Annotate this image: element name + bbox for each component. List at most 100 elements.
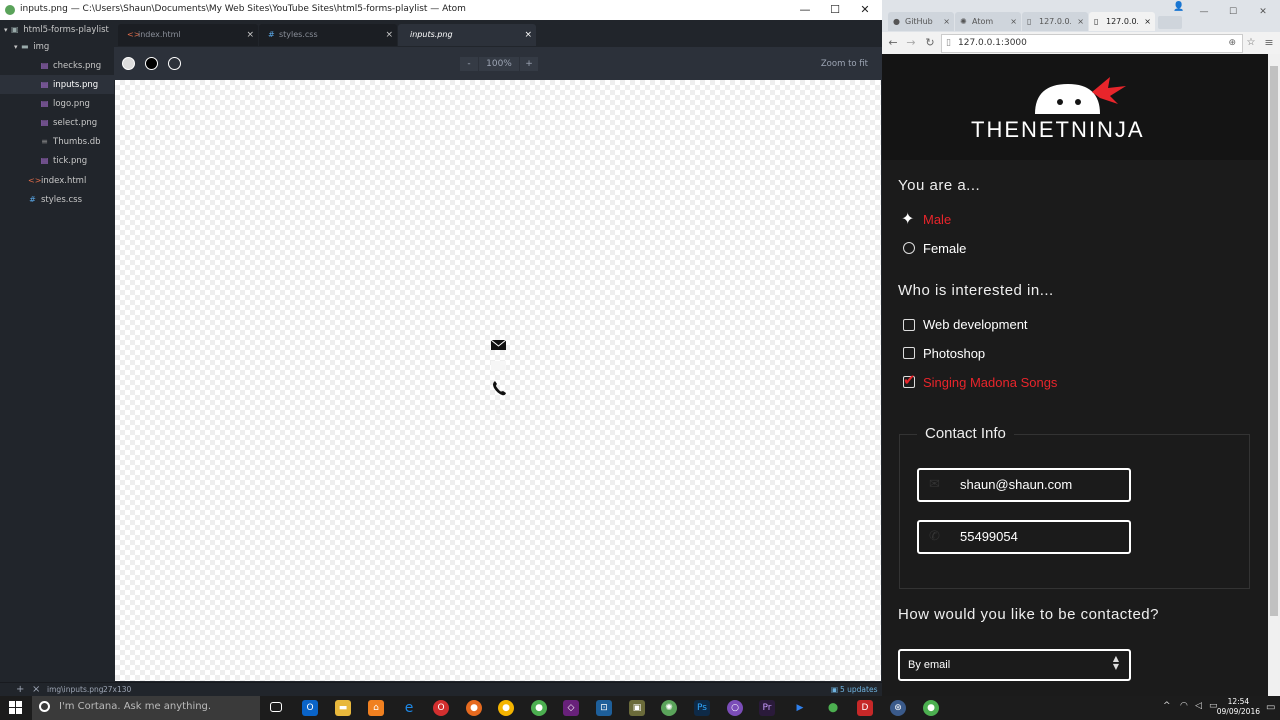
checkbox-web-development[interactable]: [903, 319, 915, 331]
checkbox-photoshop[interactable]: [903, 347, 915, 359]
chrome-tab-atom[interactable]: ✺ Atom ×: [955, 12, 1021, 31]
tree-file-select[interactable]: ▤ select.png: [0, 113, 114, 132]
tree-file-label: Thumbs.db: [53, 137, 101, 147]
zoom-icon[interactable]: ⊕: [1228, 35, 1236, 52]
close-icon[interactable]: ×: [32, 684, 40, 695]
close-icon[interactable]: ×: [1077, 12, 1084, 31]
tree-folder-img[interactable]: ▾ ▬ img: [0, 37, 114, 56]
media-player-icon[interactable]: ▶: [792, 700, 808, 716]
premiere-icon[interactable]: Pr: [759, 700, 775, 716]
firefox-icon[interactable]: ●: [466, 700, 482, 716]
zoom-level[interactable]: 100%: [479, 57, 519, 71]
taskbar-clock[interactable]: 12:54 09/09/2016: [1217, 697, 1260, 717]
chrome-tab-github[interactable]: ● GitHub ×: [888, 12, 954, 31]
task-view-icon[interactable]: [270, 702, 282, 712]
close-icon[interactable]: ×: [524, 24, 532, 46]
bg-light-button[interactable]: [122, 57, 135, 70]
wifi-icon[interactable]: ◠: [1180, 701, 1188, 711]
close-icon[interactable]: ×: [385, 24, 393, 46]
photoshop-icon[interactable]: Ps: [694, 700, 710, 716]
volume-icon[interactable]: ◁: [1195, 701, 1202, 711]
profile-icon[interactable]: 👤: [1173, 2, 1184, 12]
clock-date: 09/09/2016: [1216, 707, 1260, 716]
checkbox-photoshop-label[interactable]: Photoshop: [923, 346, 985, 361]
checkbox-singing-label[interactable]: Singing Madona Songs: [923, 375, 1057, 390]
chrome-icon[interactable]: ●: [923, 700, 939, 716]
add-project-button[interactable]: +: [16, 684, 24, 695]
cortana-search-box[interactable]: I'm Cortana. Ask me anything.: [32, 696, 260, 720]
chevron-down-icon: ▾: [4, 26, 8, 34]
status-image-size: 27x130: [103, 685, 132, 694]
radio-checked-icon[interactable]: ✦: [901, 211, 914, 227]
phone-field[interactable]: ✆ 55499054: [917, 520, 1131, 554]
back-arrow-icon[interactable]: ←: [886, 35, 900, 51]
close-icon[interactable]: ×: [246, 24, 254, 46]
bg-dark-button[interactable]: [145, 57, 158, 70]
radio-female-label[interactable]: Female: [923, 241, 966, 256]
contact-method-select[interactable]: By email ▲ ▼: [898, 649, 1131, 681]
close-icon[interactable]: ×: [1010, 12, 1017, 31]
tree-file-checks[interactable]: ▤ checks.png: [0, 56, 114, 75]
chrome-icon[interactable]: ●: [531, 700, 547, 716]
atom-close-button[interactable]: ✕: [850, 2, 880, 18]
zoom-in-button[interactable]: +: [520, 57, 538, 71]
bg-transparent-button[interactable]: [168, 57, 181, 70]
edge-icon[interactable]: e: [401, 700, 417, 716]
radio-male-label[interactable]: Male: [923, 212, 951, 227]
updates-badge[interactable]: 5 updates: [840, 685, 878, 694]
chevron-up-icon[interactable]: ^: [1163, 701, 1171, 711]
app-icon[interactable]: ⊡: [596, 700, 612, 716]
app-icon[interactable]: ▣: [629, 700, 645, 716]
checkbox-web-development-label[interactable]: Web development: [923, 317, 1028, 332]
app-icon[interactable]: ⊛: [890, 700, 906, 716]
tab-label: index.html: [138, 30, 181, 39]
chrome-tab-localhost-1[interactable]: ▯ 127.0.0.1 ×: [1022, 12, 1088, 31]
tab-inputs-png[interactable]: inputs.png ×: [398, 24, 536, 46]
tree-file-inputs[interactable]: ▤ inputs.png: [0, 75, 114, 94]
star-icon[interactable]: ☆: [1244, 35, 1258, 51]
status-file-path[interactable]: img\inputs.png: [47, 685, 104, 694]
location-icon[interactable]: ⬤: [825, 700, 841, 716]
tree-file-tick[interactable]: ▤ tick.png: [0, 151, 114, 170]
envelope-icon: [491, 361, 506, 371]
opera-icon[interactable]: O: [433, 700, 449, 716]
page-info-icon[interactable]: ▯: [946, 35, 951, 52]
close-icon[interactable]: ×: [943, 12, 950, 31]
zoom-to-fit-button[interactable]: Zoom to fit: [815, 56, 874, 72]
tree-file-styles-css[interactable]: # styles.css: [0, 190, 114, 209]
outlook-icon[interactable]: O: [302, 700, 318, 716]
chrome-maximize-button[interactable]: ☐: [1218, 4, 1248, 20]
zoom-out-button[interactable]: -: [460, 57, 478, 71]
app-icon[interactable]: ○: [727, 700, 743, 716]
forward-arrow-icon[interactable]: →: [904, 35, 918, 51]
chrome-close-button[interactable]: ✕: [1248, 4, 1278, 20]
radio-female[interactable]: [903, 242, 915, 254]
tree-file-index-html[interactable]: <>index.html: [0, 171, 114, 190]
menu-icon[interactable]: ≡: [1262, 35, 1276, 51]
email-field[interactable]: ✉ shaun@shaun.com: [917, 468, 1131, 502]
atom-minimize-button[interactable]: —: [790, 2, 820, 18]
tree-file-thumbs[interactable]: ≡ Thumbs.db: [0, 132, 114, 151]
new-tab-button[interactable]: [1158, 16, 1182, 29]
atom-taskbar-icon[interactable]: ✺: [661, 700, 677, 716]
close-icon[interactable]: ×: [1144, 12, 1151, 31]
page-scrollbar[interactable]: [1268, 54, 1280, 696]
chrome-tab-localhost-2[interactable]: ▯ 127.0.0.1 ×: [1089, 12, 1155, 31]
address-bar[interactable]: ▯ 127.0.0.1:3000 ⊕: [941, 34, 1243, 53]
scrollbar-thumb[interactable]: [1270, 66, 1278, 616]
chrome-tab-label: GitHub: [905, 17, 933, 26]
app-icon[interactable]: D: [857, 700, 873, 716]
tab-index-html[interactable]: <> index.html ×: [118, 24, 258, 46]
file-explorer-icon[interactable]: ▬: [335, 700, 351, 716]
chrome-canary-icon[interactable]: ●: [498, 700, 514, 716]
windows-start-icon[interactable]: [9, 701, 23, 715]
checkmark-icon: ✔: [903, 371, 916, 389]
reload-icon[interactable]: ↻: [923, 35, 937, 51]
chrome-minimize-button[interactable]: —: [1189, 4, 1219, 20]
tab-styles-css[interactable]: # styles.css ×: [259, 24, 397, 46]
notifications-icon[interactable]: ▭: [1266, 702, 1275, 713]
store-icon[interactable]: ⌂: [368, 700, 384, 716]
visual-studio-icon[interactable]: ◇: [563, 700, 579, 716]
atom-maximize-button[interactable]: ☐: [820, 2, 850, 18]
tree-file-logo[interactable]: ▤ logo.png: [0, 94, 114, 113]
